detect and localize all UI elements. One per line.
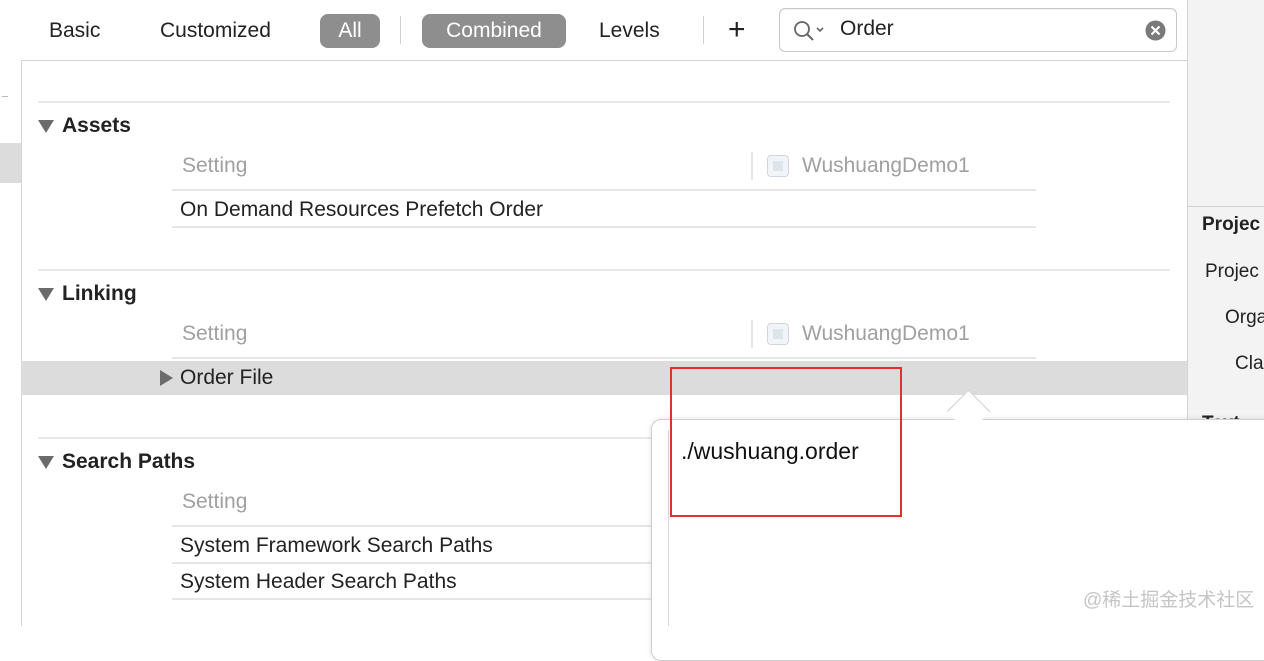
toolbar-separator <box>400 16 401 44</box>
search-field[interactable]: Order <box>779 8 1177 52</box>
build-settings-toolbar: Basic Customized All Combined Levels + O… <box>21 0 1187 61</box>
column-separator <box>751 152 753 180</box>
row-divider <box>172 525 652 527</box>
row-divider <box>172 189 1036 191</box>
setting-column-header: Setting <box>182 490 248 513</box>
all-filter-button[interactable]: All <box>320 14 380 48</box>
disclosure-triangle-icon[interactable] <box>38 288 54 301</box>
basic-filter-button[interactable]: Basic <box>49 14 100 48</box>
search-icon[interactable] <box>793 20 829 42</box>
row-divider <box>172 226 1036 228</box>
section-divider <box>38 437 658 439</box>
search-input[interactable]: Order <box>840 17 894 41</box>
expand-triangle-icon[interactable] <box>160 370 173 386</box>
inspector-divider <box>1188 206 1264 207</box>
setting-row-order-file[interactable]: Order File <box>180 366 273 390</box>
target-column-header: WushuangDemo1 <box>802 322 970 345</box>
row-divider <box>172 562 652 564</box>
navigator-selected-item[interactable] <box>0 143 21 183</box>
column-separator <box>751 320 753 348</box>
section-title-linking[interactable]: Linking <box>62 282 137 306</box>
setting-row-on-demand-resources-prefetch-order[interactable]: On Demand Resources Prefetch Order <box>180 198 543 222</box>
target-app-icon <box>767 323 789 345</box>
watermark: @稀土掘金技术社区 <box>1083 590 1255 611</box>
section-title-search-paths[interactable]: Search Paths <box>62 450 195 474</box>
row-divider <box>172 357 1036 359</box>
add-setting-button[interactable]: + <box>728 13 746 47</box>
customized-filter-button[interactable]: Customized <box>160 14 271 48</box>
target-column-header: WushuangDemo1 <box>802 154 970 177</box>
row-divider <box>172 598 652 600</box>
disclosure-triangle-icon[interactable] <box>38 120 54 133</box>
section-title-assets[interactable]: Assets <box>62 114 131 138</box>
levels-view-button[interactable]: Levels <box>599 14 660 48</box>
red-highlight-annotation <box>670 367 902 517</box>
inspector-label: Cla <box>1235 353 1264 374</box>
clear-search-icon[interactable] <box>1145 20 1166 41</box>
disclosure-triangle-icon[interactable] <box>38 456 54 469</box>
navigator-strip <box>0 0 22 626</box>
toolbar-separator <box>703 16 704 44</box>
setting-row-system-header-search-paths[interactable]: System Header Search Paths <box>180 570 457 594</box>
setting-column-header: Setting <box>182 154 248 177</box>
combined-view-button[interactable]: Combined <box>422 14 566 48</box>
inspector-label: Orga <box>1225 307 1264 328</box>
inspector-label: Projec <box>1205 261 1259 282</box>
setting-row-system-framework-search-paths[interactable]: System Framework Search Paths <box>180 534 493 558</box>
navigator-mark <box>2 96 8 97</box>
popover-edge <box>668 430 669 626</box>
target-app-icon <box>767 155 789 177</box>
setting-column-header: Setting <box>182 322 248 345</box>
section-divider <box>38 101 1170 103</box>
section-divider <box>38 269 1170 271</box>
inspector-section-header: Projec <box>1202 214 1261 235</box>
